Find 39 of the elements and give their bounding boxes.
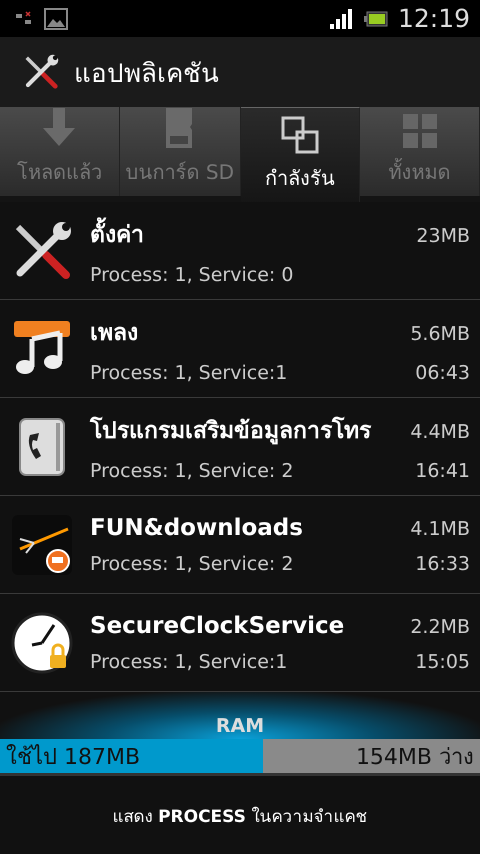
show-cached-processes-button[interactable]: แสดง PROCESS ในความจำแคช: [96, 794, 384, 837]
spark-app-icon: [10, 512, 74, 577]
app-name: เพลง: [90, 318, 138, 348]
tab[interactable]: บนการ์ด SD: [120, 107, 241, 196]
notification-icon: [16, 10, 34, 27]
memory-size: 23MB: [416, 224, 470, 247]
memory-size: 5.6MB: [410, 322, 470, 345]
tab[interactable]: กำลังรัน: [240, 107, 360, 202]
clock-icon: [10, 610, 74, 675]
clock-time: 12:19: [398, 4, 470, 34]
image-icon: [44, 8, 68, 30]
sd-card-icon: [166, 108, 194, 148]
memory-size: 4.1MB: [410, 518, 470, 540]
run-time: 16:33: [415, 552, 470, 575]
signal-icon: [330, 8, 354, 29]
battery-icon: [364, 10, 388, 27]
run-time: 15:05: [415, 650, 470, 673]
grid-icon: [402, 114, 437, 148]
app-name: ตั้งค่า: [90, 216, 144, 252]
screen-title: แอปพลิเคชัน: [74, 58, 219, 91]
free-memory: 154MB ว่าง: [356, 744, 474, 772]
run-time: 06:43: [415, 362, 470, 384]
memory-size: 2.2MB: [410, 616, 470, 638]
process-info: Process: 1, Service: 2: [90, 460, 294, 482]
process-info: Process: 1, Service:1: [90, 650, 288, 673]
app-name: โปรแกรมเสริมข้อมูลการโทร: [90, 416, 371, 446]
app-name: SecureClockService: [90, 612, 344, 639]
run-time: 16:41: [415, 460, 470, 482]
tab[interactable]: โหลดแล้ว: [0, 107, 120, 196]
tab[interactable]: ทั้งหมด: [360, 107, 480, 196]
process-info: Process: 1, Service: 2: [90, 552, 294, 575]
memory-size: 4.4MB: [410, 420, 470, 443]
process-info: Process: 1, Service:1: [90, 362, 288, 384]
used-memory: ใช้ไป 187MB: [6, 743, 140, 772]
download-arrow-icon: [42, 108, 76, 148]
process-info: Process: 1, Service: 0: [90, 264, 294, 286]
ram-label: RAM: [0, 692, 480, 740]
overlapping-squares-icon: [281, 116, 320, 154]
app-name: FUN&downloads: [90, 514, 303, 541]
